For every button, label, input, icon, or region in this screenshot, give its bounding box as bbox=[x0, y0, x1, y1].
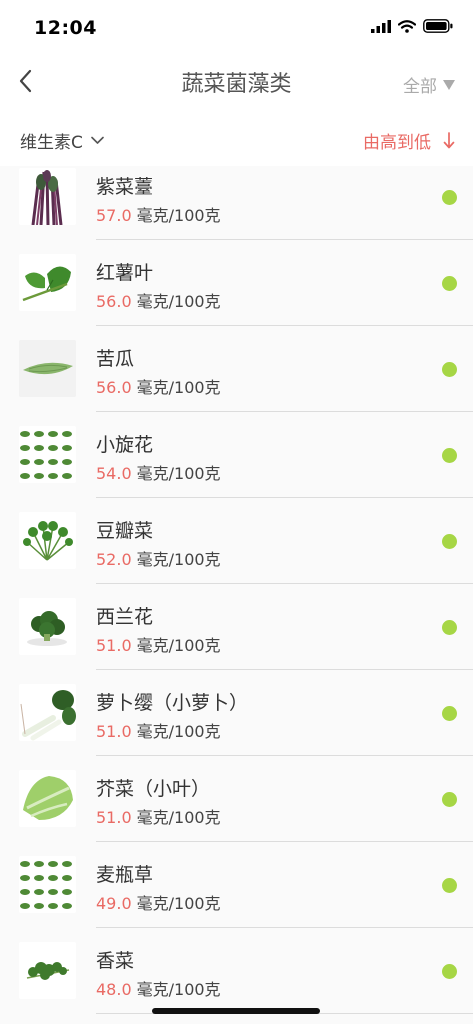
item-value-line: 51.0 毫克/100克 bbox=[96, 804, 221, 828]
item-value-line: 57.0 毫克/100克 bbox=[96, 202, 221, 226]
nutrient-select[interactable]: 维生素C bbox=[20, 128, 104, 153]
item-value: 48.0 bbox=[96, 980, 132, 999]
status-dot bbox=[442, 534, 457, 549]
item-name: 豆瓣菜 bbox=[96, 520, 154, 542]
list-item[interactable]: 红薯叶 56.0 毫克/100克 bbox=[0, 240, 473, 326]
list-item[interactable]: 紫菜薹 57.0 毫克/100克 bbox=[0, 166, 473, 240]
mustard-greens-icon bbox=[19, 770, 76, 827]
item-value-line: 56.0 毫克/100克 bbox=[96, 374, 221, 398]
sort-order-toggle[interactable]: 由高到低 bbox=[363, 128, 455, 153]
signal-icon bbox=[371, 19, 391, 33]
item-unit: 毫克/100克 bbox=[136, 980, 221, 999]
status-dot bbox=[442, 792, 457, 807]
chevron-down-icon bbox=[91, 136, 104, 144]
broccoli-icon bbox=[19, 598, 76, 655]
list-item[interactable]: 芥菜（小叶） 51.0 毫克/100克 bbox=[0, 756, 473, 842]
status-dot bbox=[442, 448, 457, 463]
food-list: 紫菜薹 57.0 毫克/100克 红薯叶 56.0 毫克/100克 苦瓜 56.… bbox=[0, 166, 473, 1024]
category-filter-label: 全部 bbox=[403, 77, 437, 97]
item-unit: 毫克/100克 bbox=[136, 378, 221, 397]
item-name: 萝卜缨（小萝卜） bbox=[96, 692, 249, 714]
item-name: 苦瓜 bbox=[96, 348, 135, 370]
arrow-down-icon bbox=[443, 132, 455, 149]
status-dot bbox=[442, 276, 457, 291]
list-item[interactable]: 香菜 48.0 毫克/100克 bbox=[0, 928, 473, 1014]
status-time: 12:04 bbox=[34, 17, 97, 39]
list-item[interactable]: 苦瓜 56.0 毫克/100克 bbox=[0, 326, 473, 412]
sort-bar: 维生素C 由高到低 bbox=[0, 108, 473, 166]
radish-greens-icon bbox=[19, 684, 76, 741]
item-value: 51.0 bbox=[96, 636, 132, 655]
status-icons bbox=[371, 19, 453, 33]
item-name: 芥菜（小叶） bbox=[96, 778, 211, 800]
herb-grid-icon bbox=[19, 426, 76, 483]
triangle-down-icon bbox=[443, 79, 455, 90]
item-unit: 毫克/100克 bbox=[136, 550, 221, 569]
item-name: 红薯叶 bbox=[96, 262, 154, 284]
list-item[interactable]: 萝卜缨（小萝卜） 51.0 毫克/100克 bbox=[0, 670, 473, 756]
item-name: 香菜 bbox=[96, 950, 135, 972]
status-bar: 12:04 bbox=[0, 0, 473, 56]
bitter-melon-icon bbox=[19, 340, 76, 397]
item-value-line: 51.0 毫克/100克 bbox=[96, 632, 221, 656]
list-item[interactable]: 西兰花 51.0 毫克/100克 bbox=[0, 584, 473, 670]
item-unit: 毫克/100克 bbox=[136, 722, 221, 741]
nutrient-select-label: 维生素C bbox=[20, 133, 83, 153]
item-value: 49.0 bbox=[96, 894, 132, 913]
sweet-potato-leaf-icon bbox=[19, 254, 76, 311]
item-unit: 毫克/100克 bbox=[136, 808, 221, 827]
item-name: 麦瓶草 bbox=[96, 864, 154, 886]
item-value-line: 48.0 毫克/100克 bbox=[96, 976, 221, 1000]
coriander-icon bbox=[19, 942, 76, 999]
item-unit: 毫克/100克 bbox=[136, 292, 221, 311]
item-name: 小旋花 bbox=[96, 434, 154, 456]
item-value: 54.0 bbox=[96, 464, 132, 483]
watercress-icon bbox=[19, 512, 76, 569]
battery-icon bbox=[423, 19, 453, 33]
category-filter-button[interactable]: 全部 bbox=[403, 72, 455, 97]
status-dot bbox=[442, 620, 457, 635]
item-value: 51.0 bbox=[96, 722, 132, 741]
item-value: 51.0 bbox=[96, 808, 132, 827]
status-dot bbox=[442, 878, 457, 893]
item-value-line: 54.0 毫克/100克 bbox=[96, 460, 221, 484]
item-value: 56.0 bbox=[96, 378, 132, 397]
item-value-line: 52.0 毫克/100克 bbox=[96, 546, 221, 570]
herb-grid-icon bbox=[19, 856, 76, 913]
item-value: 57.0 bbox=[96, 206, 132, 225]
item-value-line: 56.0 毫克/100克 bbox=[96, 288, 221, 312]
item-name: 西兰花 bbox=[96, 606, 154, 628]
nav-bar: 蔬菜菌藻类 全部 bbox=[0, 56, 473, 108]
item-value: 56.0 bbox=[96, 292, 132, 311]
item-value-line: 49.0 毫克/100克 bbox=[96, 890, 221, 914]
status-dot bbox=[442, 706, 457, 721]
list-item[interactable]: 豆瓣菜 52.0 毫克/100克 bbox=[0, 498, 473, 584]
home-indicator bbox=[152, 1008, 320, 1014]
item-unit: 毫克/100克 bbox=[136, 636, 221, 655]
item-unit: 毫克/100克 bbox=[136, 894, 221, 913]
list-item[interactable]: 小旋花 54.0 毫克/100克 bbox=[0, 412, 473, 498]
status-dot bbox=[442, 964, 457, 979]
status-dot bbox=[442, 190, 457, 205]
item-unit: 毫克/100克 bbox=[136, 464, 221, 483]
item-value-line: 51.0 毫克/100克 bbox=[96, 718, 221, 742]
item-unit: 毫克/100克 bbox=[136, 206, 221, 225]
status-dot bbox=[442, 362, 457, 377]
wifi-icon bbox=[398, 19, 416, 33]
item-value: 52.0 bbox=[96, 550, 132, 569]
purple-stem-vegetable-icon bbox=[19, 168, 76, 225]
list-item[interactable]: 麦瓶草 49.0 毫克/100克 bbox=[0, 842, 473, 928]
sort-order-label: 由高到低 bbox=[363, 133, 431, 153]
item-name: 紫菜薹 bbox=[96, 176, 154, 198]
